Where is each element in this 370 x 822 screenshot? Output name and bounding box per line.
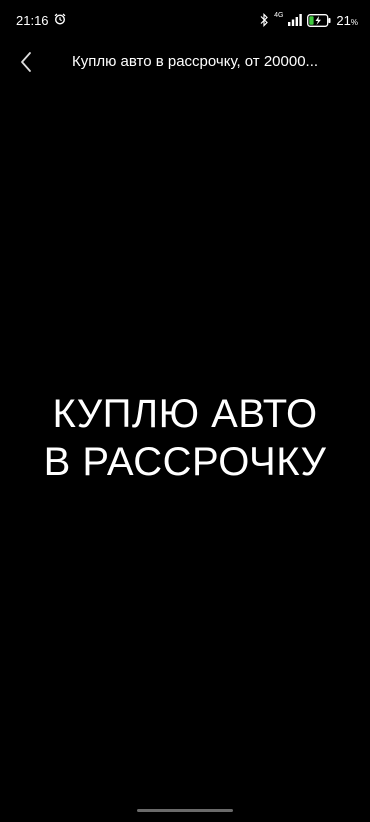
top-bar: Куплю авто в рассрочку, от 20000... — [0, 40, 370, 84]
alarm-icon — [54, 13, 66, 25]
status-time: 21:16 — [16, 13, 49, 28]
network-type-label: 4G — [274, 11, 284, 19]
status-icons: 4G 21% — [259, 11, 358, 29]
ad-image[interactable]: КУПЛЮ АВТО В РАССРОЧКУ — [0, 84, 370, 784]
status-bar: 21:16 4G 21% — [0, 0, 370, 40]
headline-line-2: В РАССРОЧКУ — [43, 440, 327, 484]
signal-icon — [288, 14, 303, 26]
chevron-left-icon — [21, 52, 31, 72]
bluetooth-icon — [260, 13, 268, 27]
battery-charging-icon — [307, 13, 331, 27]
home-indicator[interactable] — [137, 809, 233, 812]
battery-percent: 21% — [336, 12, 358, 28]
page-title: Куплю авто в рассрочку, от 20000... — [72, 53, 319, 70]
back-button[interactable] — [12, 46, 42, 78]
headline-line-1: КУПЛЮ АВТО — [52, 392, 318, 436]
